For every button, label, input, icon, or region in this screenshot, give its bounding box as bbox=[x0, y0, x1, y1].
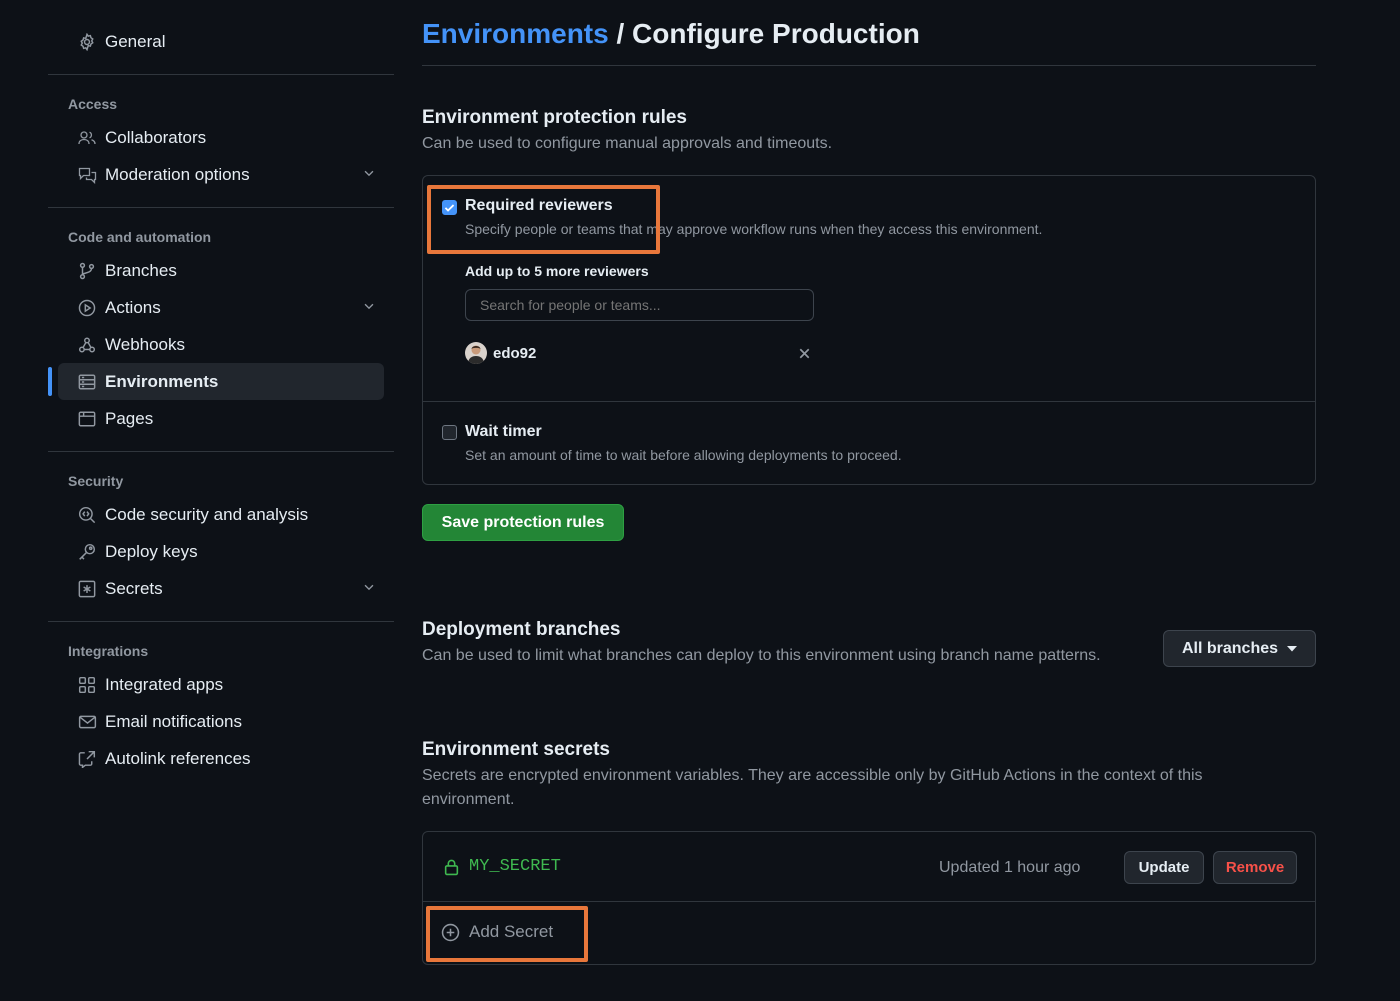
browser-icon bbox=[77, 409, 97, 429]
cross-reference-icon bbox=[77, 749, 97, 769]
environment-secrets-heading: Environment secrets bbox=[422, 739, 610, 760]
sidebar-item-integrated-apps[interactable]: Integrated apps bbox=[58, 666, 384, 703]
rules-divider bbox=[423, 401, 1315, 402]
triangle-down-icon bbox=[1287, 645, 1298, 652]
deployment-branches-description: Can be used to limit what branches can d… bbox=[422, 647, 1101, 664]
group-title-security: Security bbox=[68, 473, 124, 489]
settings-sidebar: General Access Collaborators Moderation … bbox=[48, 18, 394, 777]
sidebar-item-code-security[interactable]: Code security and analysis bbox=[58, 496, 384, 533]
sidebar-item-general[interactable]: General bbox=[58, 23, 384, 60]
sidebar-divider bbox=[48, 451, 394, 452]
codescan-icon bbox=[77, 505, 97, 525]
branch-policy-dropdown[interactable]: All branches bbox=[1163, 630, 1316, 667]
sidebar-item-label: General bbox=[105, 31, 166, 51]
breadcrumb-environments-link[interactable]: Environments bbox=[422, 18, 609, 49]
sidebar-item-label: Code security and analysis bbox=[105, 504, 309, 524]
sidebar-item-label: Pages bbox=[105, 408, 154, 428]
apps-icon bbox=[77, 675, 97, 695]
header-divider bbox=[422, 65, 1316, 66]
sidebar-divider bbox=[48, 207, 394, 208]
sidebar-divider bbox=[48, 74, 394, 75]
x-icon[interactable] bbox=[797, 346, 812, 361]
secret-name: MY_SECRET bbox=[469, 857, 561, 876]
wait-timer-label[interactable]: Wait timer bbox=[465, 423, 542, 441]
remove-secret-button[interactable]: Remove bbox=[1213, 851, 1297, 884]
branch-policy-value: All branches bbox=[1181, 639, 1279, 657]
sidebar-item-branches[interactable]: Branches bbox=[58, 252, 384, 289]
sidebar-item-email-notifications[interactable]: Email notifications bbox=[58, 703, 384, 740]
chevron-down-icon[interactable] bbox=[362, 166, 376, 180]
page-title-text: Configure Production bbox=[632, 18, 920, 49]
secret-updated-time: Updated 1 hour ago bbox=[939, 859, 1081, 876]
secrets-divider bbox=[423, 901, 1315, 902]
sidebar-item-label: Collaborators bbox=[105, 127, 207, 147]
sidebar-item-label: Environments bbox=[105, 371, 219, 391]
update-secret-button[interactable]: Update bbox=[1124, 851, 1204, 884]
webhook-icon bbox=[77, 335, 97, 355]
key-icon bbox=[77, 542, 97, 562]
sidebar-item-label: Webhooks bbox=[105, 334, 186, 354]
breadcrumb-separator: / bbox=[616, 18, 625, 49]
sidebar-item-secrets[interactable]: Secrets bbox=[58, 570, 384, 607]
group-title-integrations: Integrations bbox=[68, 643, 149, 659]
server-icon bbox=[77, 372, 97, 392]
chevron-down-icon[interactable] bbox=[362, 299, 376, 313]
wait-timer-checkbox[interactable] bbox=[442, 425, 457, 440]
sidebar-item-environments[interactable]: Environments bbox=[48, 363, 384, 400]
mail-icon bbox=[77, 712, 97, 732]
sidebar-item-label: Autolink references bbox=[105, 748, 251, 768]
save-protection-rules-button[interactable]: Save protection rules bbox=[422, 504, 624, 541]
lock-icon bbox=[443, 858, 460, 876]
sidebar-item-moderation-options[interactable]: Moderation options bbox=[58, 156, 384, 193]
group-title-access: Access bbox=[68, 96, 118, 112]
environment-secrets-description-line1: Secrets are encrypted environment variab… bbox=[422, 767, 1203, 784]
sidebar-item-actions[interactable]: Actions bbox=[58, 289, 384, 326]
sidebar-item-collaborators[interactable]: Collaborators bbox=[58, 119, 384, 156]
add-reviewers-label: Add up to 5 more reviewers bbox=[465, 263, 649, 279]
sidebar-item-label: Secrets bbox=[105, 578, 163, 598]
people-icon bbox=[77, 128, 97, 148]
sidebar-divider bbox=[48, 621, 394, 622]
sidebar-item-deploy-keys[interactable]: Deploy keys bbox=[58, 533, 384, 570]
sidebar-item-label: Integrated apps bbox=[105, 674, 224, 694]
key-asterisk-icon bbox=[77, 579, 97, 599]
active-indicator bbox=[48, 367, 52, 396]
reviewer-search-input[interactable] bbox=[465, 289, 814, 321]
protection-rules-heading: Environment protection rules bbox=[422, 107, 687, 128]
page-title: Environments / Configure Production bbox=[422, 18, 920, 50]
environment-secrets-description-line2: environment. bbox=[422, 791, 515, 808]
add-secret-highlight bbox=[426, 906, 588, 962]
wait-timer-description: Set an amount of time to wait before all… bbox=[465, 447, 902, 463]
chevron-down-icon[interactable] bbox=[362, 580, 376, 594]
sidebar-item-label: Moderation options bbox=[105, 164, 250, 184]
comment-discussion-icon bbox=[77, 165, 97, 185]
sidebar-item-label: Branches bbox=[105, 260, 177, 280]
protection-rules-description: Can be used to configure manual approval… bbox=[422, 135, 833, 152]
play-icon bbox=[77, 298, 97, 318]
sidebar-item-label: Actions bbox=[105, 297, 161, 317]
required-reviewers-highlight bbox=[427, 185, 660, 254]
sidebar-item-webhooks[interactable]: Webhooks bbox=[58, 326, 384, 363]
avatar bbox=[465, 342, 487, 364]
sidebar-item-label: Deploy keys bbox=[105, 541, 198, 561]
git-branch-icon bbox=[77, 261, 97, 281]
sidebar-item-pages[interactable]: Pages bbox=[58, 400, 384, 437]
reviewer-name: edo92 bbox=[493, 345, 537, 362]
sidebar-item-autolink-references[interactable]: Autolink references bbox=[58, 740, 384, 777]
sidebar-item-label: Email notifications bbox=[105, 711, 243, 731]
deployment-branches-heading: Deployment branches bbox=[422, 619, 621, 640]
gear-icon bbox=[77, 32, 97, 52]
group-title-code-automation: Code and automation bbox=[68, 229, 212, 245]
